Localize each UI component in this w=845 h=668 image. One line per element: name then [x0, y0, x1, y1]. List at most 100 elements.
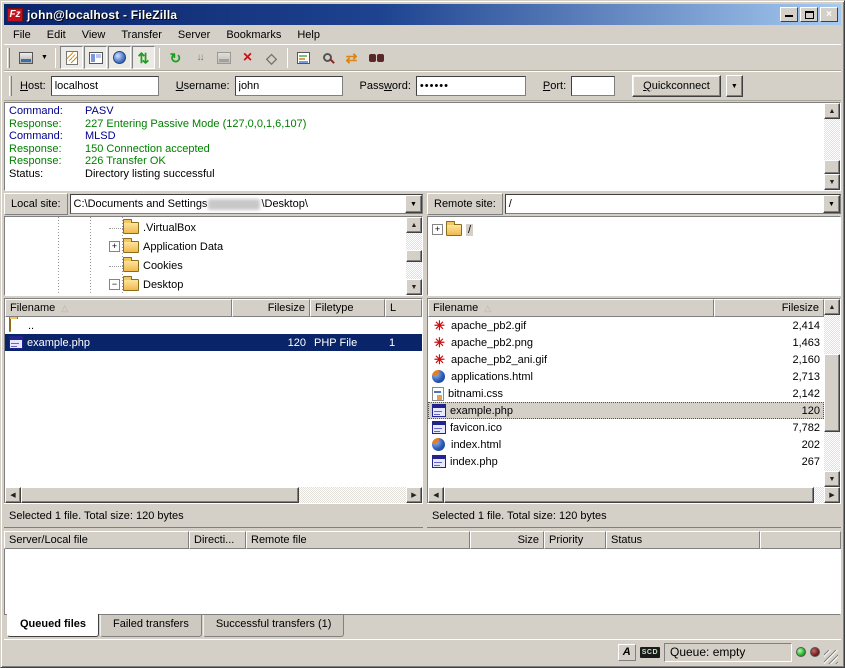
refresh-button[interactable]: ↻ [164, 46, 187, 69]
transfer-queue: Server/Local file Directi... Remote file… [4, 531, 841, 637]
host-input[interactable] [51, 76, 159, 96]
local-site-dropdown[interactable]: ▼ [405, 195, 422, 213]
menu-bookmarks[interactable]: Bookmarks [218, 27, 289, 43]
queue-column-direction[interactable]: Directi... [189, 531, 246, 549]
scrollbar-thumb[interactable] [824, 160, 840, 174]
quickconnect-grip[interactable] [9, 76, 12, 96]
remote-file-row[interactable]: index.html 202 [428, 436, 824, 453]
scroll-left-icon[interactable]: ◀ [5, 487, 21, 503]
scrollbar-thumb[interactable] [21, 487, 299, 503]
toolbar-grip[interactable] [7, 48, 10, 68]
scrollbar-thumb[interactable] [444, 487, 814, 503]
tree-item-application-data[interactable]: + Application Data [5, 237, 406, 256]
scroll-up-icon[interactable]: ▲ [406, 217, 422, 233]
site-manager-dropdown[interactable]: ▼ [38, 46, 51, 69]
port-input[interactable] [571, 76, 615, 96]
tree-item-root[interactable]: + / [432, 220, 840, 239]
remote-vertical-scrollbar[interactable]: ▲ ▼ [824, 299, 840, 487]
local-file-row-parent[interactable]: .. [5, 317, 422, 334]
queue-list-body[interactable] [4, 549, 841, 615]
remote-horizontal-scrollbar[interactable]: ◀ ▶ [428, 487, 840, 503]
column-header-last-modified[interactable]: L [385, 299, 422, 317]
apache-file-icon [432, 319, 447, 332]
tab-failed-transfers[interactable]: Failed transfers [100, 615, 202, 637]
tree-item-cookies[interactable]: Cookies [5, 256, 406, 275]
menu-file[interactable]: File [5, 27, 39, 43]
remote-file-row[interactable]: applications.html 2,713 [428, 368, 824, 385]
scroll-left-icon[interactable]: ◀ [428, 487, 444, 503]
html-file-icon [432, 438, 445, 451]
remote-file-row[interactable]: apache_pb2.gif 2,414 [428, 317, 824, 334]
local-file-row-example-php[interactable]: example.php 120 PHP File 1 [5, 334, 422, 351]
remote-file-row[interactable]: bitnami.css 2,142 [428, 385, 824, 402]
minimize-button[interactable] [780, 7, 798, 22]
toggle-queue-icon: ⇅ [138, 51, 150, 65]
password-input[interactable] [416, 76, 526, 96]
find-files-button[interactable] [364, 46, 387, 69]
queue-column-status[interactable]: Status [606, 531, 760, 549]
tree-item-desktop[interactable]: − Desktop [5, 275, 406, 294]
username-input[interactable] [235, 76, 343, 96]
transfer-type-indicator[interactable]: A [618, 644, 636, 661]
expand-plus-icon[interactable]: + [432, 224, 443, 235]
tree-item-virtualbox[interactable]: .VirtualBox [5, 218, 406, 237]
disconnect-button[interactable]: × [236, 46, 259, 69]
toggle-message-log-button[interactable] [60, 46, 83, 69]
menu-view[interactable]: View [74, 27, 114, 43]
local-horizontal-scrollbar[interactable]: ◀ ▶ [5, 487, 422, 503]
menu-transfer[interactable]: Transfer [113, 27, 170, 43]
minimize-icon [785, 10, 793, 17]
menu-edit[interactable]: Edit [39, 27, 74, 43]
scrollbar-thumb[interactable] [406, 250, 422, 262]
sync-browsing-button[interactable]: ⇄ [340, 46, 363, 69]
remote-file-row[interactable]: favicon.ico 7,782 [428, 419, 824, 436]
quickconnect-button[interactable]: Quickconnect [632, 75, 721, 97]
column-header-filename[interactable]: Filename△ [428, 299, 714, 317]
queue-column-server-local-file[interactable]: Server/Local file [4, 531, 189, 549]
site-manager-button[interactable] [14, 46, 37, 69]
local-site-combobox[interactable]: C:\Documents and Settings\Desktop\ ▼ [70, 194, 423, 214]
filter-button[interactable] [292, 46, 315, 69]
maximize-button[interactable] [800, 7, 818, 22]
site-manager-icon [19, 52, 33, 64]
scroll-down-icon[interactable]: ▼ [824, 471, 840, 487]
remote-file-row[interactable]: index.php 267 [428, 453, 824, 470]
local-tree-vertical-scrollbar[interactable]: ▲ ▼ [406, 217, 422, 295]
speed-limit-badge[interactable]: SCD [640, 647, 660, 658]
toggle-queue-button[interactable]: ⇅ [132, 46, 155, 69]
collapse-minus-icon[interactable]: − [109, 279, 120, 290]
column-header-filename[interactable]: Filename△ [5, 299, 232, 317]
menu-help[interactable]: Help [289, 27, 328, 43]
close-button[interactable]: × [820, 7, 838, 22]
scroll-up-icon[interactable]: ▲ [824, 103, 840, 119]
toggle-local-tree-button[interactable] [84, 46, 107, 69]
scroll-right-icon[interactable]: ▶ [824, 487, 840, 503]
remote-file-row[interactable]: apache_pb2.png 1,463 [428, 334, 824, 351]
queue-column-remote-file[interactable]: Remote file [246, 531, 470, 549]
remote-site-combobox[interactable]: / ▼ [505, 194, 841, 214]
remote-site-dropdown[interactable]: ▼ [823, 195, 840, 213]
queue-column-filler [760, 531, 841, 549]
scroll-up-icon[interactable]: ▲ [824, 299, 840, 315]
remote-file-row-selected[interactable]: example.php 120 [428, 402, 824, 419]
expand-plus-icon[interactable]: + [109, 241, 120, 252]
toggle-remote-tree-button[interactable] [108, 46, 131, 69]
title-bar[interactable]: Fz john@localhost - FileZilla × [4, 4, 841, 25]
scrollbar-thumb[interactable] [824, 354, 840, 432]
scroll-right-icon[interactable]: ▶ [406, 487, 422, 503]
tab-queued-files[interactable]: Queued files [7, 614, 99, 637]
scroll-down-icon[interactable]: ▼ [406, 279, 422, 295]
column-header-filetype[interactable]: Filetype [310, 299, 385, 317]
remote-file-row[interactable]: apache_pb2_ani.gif 2,160 [428, 351, 824, 368]
column-header-filesize[interactable]: Filesize [714, 299, 824, 317]
scroll-down-icon[interactable]: ▼ [824, 174, 840, 190]
compare-directories-button[interactable] [316, 46, 339, 69]
tab-successful-transfers[interactable]: Successful transfers (1) [203, 615, 345, 637]
column-header-filesize[interactable]: Filesize [232, 299, 310, 317]
queue-column-priority[interactable]: Priority [544, 531, 606, 549]
log-vertical-scrollbar[interactable]: ▲ ▼ [824, 103, 840, 190]
queue-column-size[interactable]: Size [470, 531, 544, 549]
quickconnect-dropdown[interactable]: ▼ [726, 75, 743, 97]
resize-grip-icon[interactable] [824, 650, 838, 664]
menu-server[interactable]: Server [170, 27, 218, 43]
